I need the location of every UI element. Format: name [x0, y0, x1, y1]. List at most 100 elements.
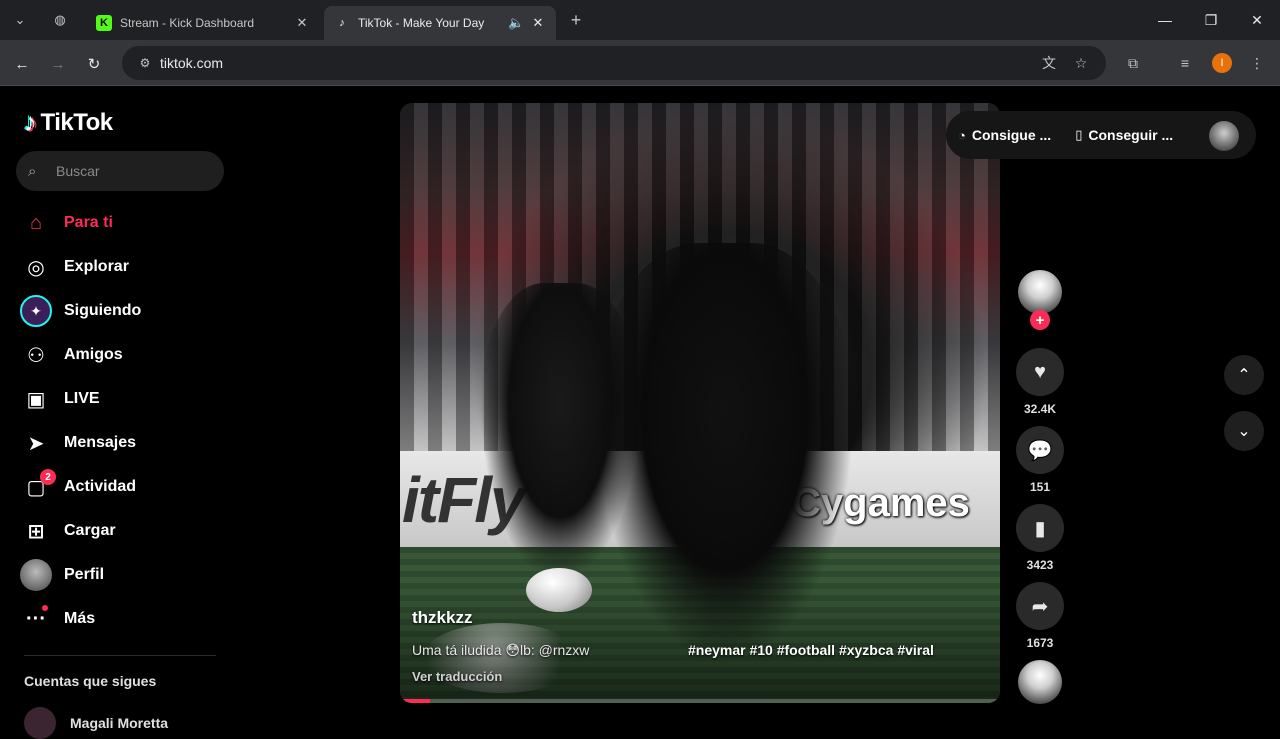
following-icon: ✦ [20, 295, 52, 327]
nav-item-siguiendo[interactable]: ✦ Siguiendo [20, 291, 220, 331]
close-tab-icon[interactable]: ✕ [530, 15, 546, 31]
previous-video-button[interactable]: ⌃ [1224, 355, 1264, 395]
home-icon: ⌂ [29, 211, 43, 234]
bookmark-icon: ▮ [1034, 517, 1046, 540]
avatar [24, 707, 56, 739]
user-avatar[interactable] [1209, 121, 1239, 151]
creator-avatar[interactable] [1018, 270, 1062, 314]
bookmark-star-icon[interactable]: ☆ [1070, 52, 1092, 74]
save-count: 3423 [1026, 558, 1054, 572]
kick-favicon-icon: K [96, 15, 112, 31]
nav-item-explorar[interactable]: ◎ Explorar [20, 247, 220, 287]
tiktok-note-icon: ♪ [24, 107, 37, 137]
messages-icon: ➤ [27, 432, 45, 455]
tab-kick-dashboard[interactable]: K Stream - Kick Dashboard ✕ [86, 6, 320, 40]
tab-title: TikTok - Make Your Day [358, 16, 485, 30]
heart-icon: ♥ [1034, 360, 1046, 383]
activity-badge: 2 [40, 469, 56, 485]
browser-profile-avatar[interactable]: I [1212, 53, 1232, 73]
comment-count: 151 [1029, 480, 1051, 494]
globe-icon[interactable]: ◍ [48, 8, 72, 32]
tab-tiktok[interactable]: ♪ TikTok - Make Your Day 🔈 ✕ [324, 6, 556, 40]
site-info-icon[interactable]: ⚙ [130, 56, 160, 70]
close-window-icon[interactable]: ✕ [1242, 8, 1272, 32]
friends-icon: ⚇ [27, 344, 45, 367]
phone-icon: ▯ [1075, 127, 1083, 142]
nav-label: Mensajes [64, 434, 137, 451]
get-app-label: Conseguir ... [1088, 127, 1174, 143]
like-button[interactable]: ♥ [1016, 348, 1064, 396]
following-account-name: Magali Moretta [70, 715, 169, 731]
new-tab-icon[interactable]: + [564, 8, 588, 32]
back-icon[interactable]: ← [10, 52, 34, 76]
nav-label: Más [64, 610, 96, 627]
get-app-button[interactable]: ▯ Conseguir ... [1075, 127, 1173, 143]
video-player[interactable]: itFly Cygames thzkkzz Uma tá iludida 😳lb… [400, 103, 1000, 703]
url-text: tiktok.com [160, 55, 224, 71]
compass-icon: ◎ [27, 256, 45, 279]
follow-plus-icon[interactable]: + [1030, 310, 1050, 330]
nav-item-live[interactable]: ▣ LIVE [20, 379, 220, 419]
search-input[interactable] [56, 163, 206, 179]
video-hashtags[interactable]: #neymar #10 #football #xyzbca #viral [688, 642, 934, 658]
nav-item-actividad[interactable]: ▢ 2 Actividad [20, 467, 220, 507]
speaker-icon[interactable]: 🔈 [508, 15, 524, 31]
video-author[interactable]: thzkkzz [412, 608, 472, 628]
more-icon: ··· [20, 603, 52, 635]
logo-text: TikTok [40, 108, 114, 136]
sidebar-divider [24, 655, 216, 656]
search-icon[interactable]: ⌕ [28, 163, 48, 180]
nav-label: Amigos [64, 346, 123, 363]
chevron-down-icon: ⌄ [1237, 423, 1251, 440]
browser-tab-strip: ⌄ ◍ K Stream - Kick Dashboard ✕ ♪ TikTok… [0, 0, 1280, 40]
video-progress-bar[interactable] [400, 699, 1000, 703]
address-bar[interactable]: ⚙ tiktok.com [122, 46, 1106, 80]
more-notification-dot [42, 605, 48, 611]
browser-menu-icon[interactable]: ⋮ [1246, 52, 1268, 74]
comment-button[interactable]: 💬 [1016, 426, 1064, 474]
get-coins-button[interactable]: ◔ Consigue ... [958, 127, 1051, 143]
share-button[interactable]: ➦ [1016, 582, 1064, 630]
media-control-icon[interactable]: ≡ [1174, 52, 1196, 74]
nav-label: LIVE [64, 390, 100, 407]
tab-search-icon[interactable]: ⌄ [8, 8, 32, 32]
nav-item-perfil[interactable]: Perfil [20, 555, 220, 595]
forward-icon[interactable]: → [46, 52, 70, 76]
save-button[interactable]: ▮ [1016, 504, 1064, 552]
tiktok-logo[interactable]: ♪ TikTok [24, 107, 113, 138]
tiktok-favicon-icon: ♪ [339, 17, 345, 29]
nav-item-cargar[interactable]: ⊞ Cargar [20, 511, 220, 551]
video-description: Uma tá iludida 😳lb: @rnzxw [412, 642, 590, 658]
nav-label: Para ti [64, 214, 113, 231]
following-account[interactable]: Magali Moretta [24, 707, 168, 739]
minimize-icon[interactable]: — [1150, 8, 1180, 32]
nav-item-mas[interactable]: ··· Más [20, 599, 220, 639]
extensions-icon[interactable]: ⧉ [1122, 52, 1144, 74]
sidebar: ♪ TikTok ⌕ ⌂ Para ti ◎ Explorar ✦ Siguie… [0, 87, 240, 739]
nav-label: Siguiendo [64, 302, 142, 319]
nav-label: Perfil [64, 566, 105, 583]
comment-icon: 💬 [1027, 439, 1053, 462]
nav-label: Explorar [64, 258, 129, 275]
share-count: 1673 [1026, 636, 1054, 650]
restore-icon[interactable]: ❐ [1196, 8, 1226, 32]
upload-icon: ⊞ [27, 520, 45, 543]
search-box: ⌕ [16, 151, 224, 191]
nav-item-amigos[interactable]: ⚇ Amigos [20, 335, 220, 375]
close-tab-icon[interactable]: ✕ [294, 15, 310, 31]
nav-item-mensajes[interactable]: ➤ Mensajes [20, 423, 220, 463]
coin-icon: ◔ [958, 127, 966, 143]
reload-icon[interactable]: ↻ [82, 52, 106, 76]
next-video-button[interactable]: ⌄ [1224, 411, 1264, 451]
nav-label: Cargar [64, 522, 116, 539]
tab-title: Stream - Kick Dashboard [120, 16, 255, 30]
share-icon: ➦ [1031, 595, 1049, 618]
get-coins-label: Consigue ... [971, 127, 1052, 143]
following-heading: Cuentas que sigues [24, 673, 157, 689]
nav-item-para-ti[interactable]: ⌂ Para ti [20, 203, 220, 243]
see-translation-link[interactable]: Ver traducción [412, 669, 502, 684]
like-count: 32.4K [1023, 402, 1057, 416]
translate-icon[interactable]: 文 [1038, 52, 1060, 74]
music-disc-avatar[interactable] [1018, 660, 1062, 704]
nav-label: Actividad [64, 478, 137, 495]
